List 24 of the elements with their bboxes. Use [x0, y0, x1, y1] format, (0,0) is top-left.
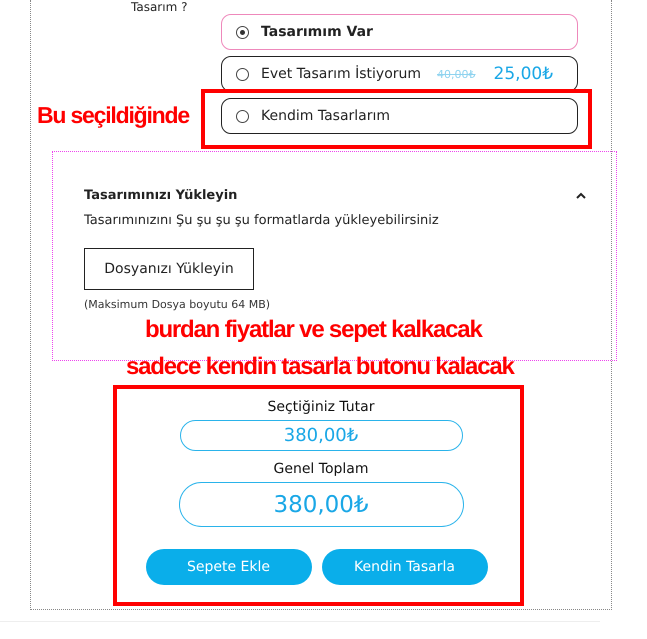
design-option[interactable]: Tasarımım Var: [221, 14, 578, 50]
selected-amount-label: Seçtiğiniz Tutar: [267, 399, 375, 415]
selected-amount: 380,00₺: [180, 420, 462, 451]
price: 25,00₺: [494, 64, 554, 84]
annotation-text: burdan fiyatlar ve sepet kalkacak: [145, 318, 482, 342]
old-price: 40,00₺: [437, 68, 476, 80]
option-label: Tasarımım Var: [261, 24, 373, 40]
annotation-text: sadece kendin tasarla butonu kalacak: [126, 355, 514, 379]
chevron-up-icon[interactable]: [576, 192, 586, 199]
option-label: Kendim Tasarlarım: [261, 108, 390, 124]
total-amount: 380,00₺: [178, 482, 464, 527]
radio-button[interactable]: [236, 68, 249, 80]
radio-button[interactable]: [236, 26, 249, 38]
radio-button[interactable]: [236, 110, 249, 122]
total-label: Genel Toplam: [273, 461, 369, 477]
upload-description: Tasarımınızını Şu şu şu şu formatlarda yükleyebilirsiniz: [84, 213, 440, 228]
option-label: Evet Tasarım İstiyorum: [261, 66, 422, 82]
upload-button[interactable]: Dosyanızı Yükleyin: [84, 248, 254, 290]
upload-title: Tasarımınızı Yükleyin: [84, 188, 238, 203]
file-size-note: (Maksimum Dosya boyutu 64 MB): [84, 298, 272, 311]
design-option[interactable]: Kendim Tasarlarım: [221, 98, 578, 134]
question-text: Tasarım ?: [131, 0, 188, 14]
design-option[interactable]: Evet Tasarım İstiyorum 40,00₺ 25,00₺: [221, 56, 578, 92]
annotation-text: Bu seçildiğinde: [37, 104, 189, 127]
